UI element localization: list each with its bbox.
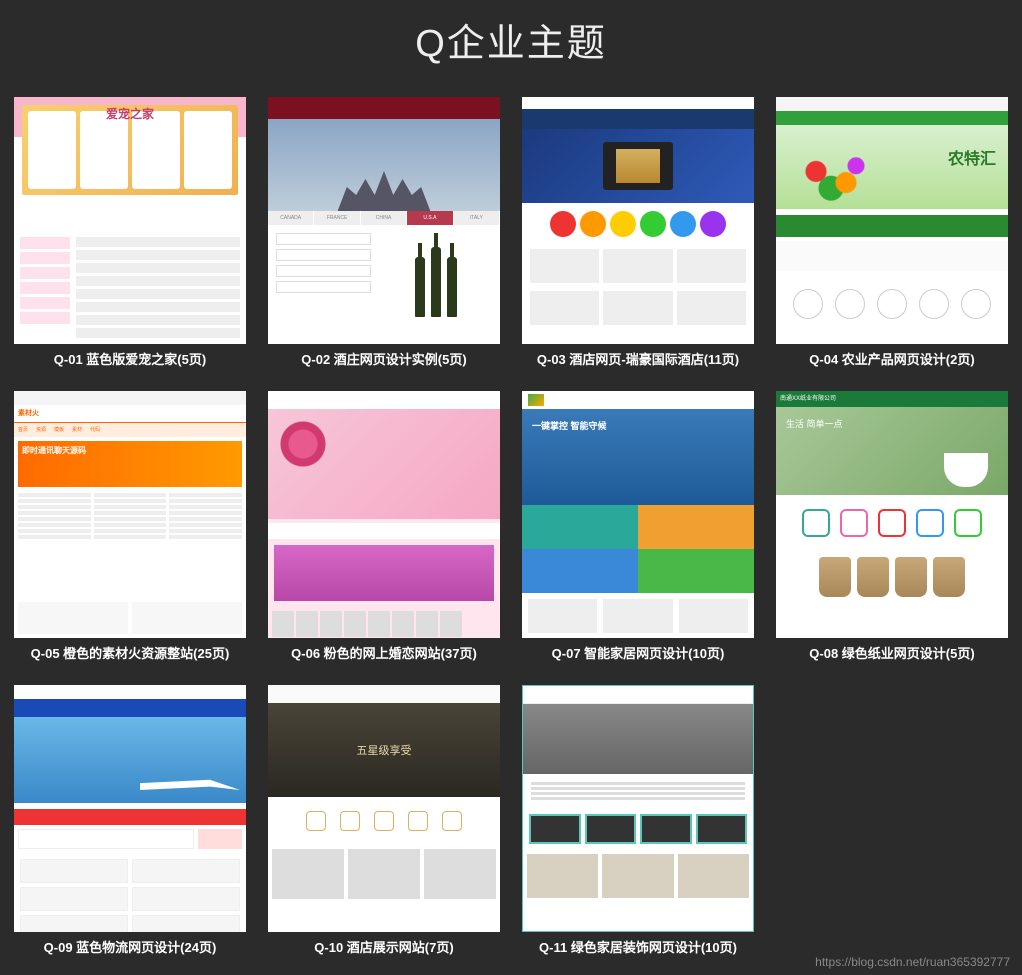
ad-text: 即时通讯聊天源码	[18, 441, 242, 487]
hero-text: 一键掌控 智能守候	[522, 409, 754, 505]
card-caption: Q-11 绿色家居装饰网页设计(10页)	[522, 932, 754, 961]
theme-card-q08[interactable]: 南通XX纸业有限公司 生活 简单一点 Q-08 绿色纸业网页设计(5页)	[776, 391, 1008, 667]
card-caption: Q-05 橙色的素材火资源整站(25页)	[14, 638, 246, 667]
theme-card-q10[interactable]: 五星级享受 Q-10 酒店展示网站(7页)	[268, 685, 500, 961]
card-caption: Q-10 酒店展示网站(7页)	[268, 932, 500, 961]
tab: CHINA	[361, 211, 407, 225]
hero-text: 农特汇	[948, 145, 996, 169]
card-caption: Q-02 酒庄网页设计实例(5页)	[268, 344, 500, 373]
thumbnail: CANADA FRANCE CHINA U.S.A ITALY	[268, 97, 500, 344]
thumbnail	[268, 391, 500, 638]
theme-card-q11[interactable]: Q-11 绿色家居装饰网页设计(10页)	[522, 685, 754, 961]
theme-card-q02[interactable]: CANADA FRANCE CHINA U.S.A ITALY Q-02 酒庄网…	[268, 97, 500, 373]
watermark: https://blog.csdn.net/ruan365392777	[815, 955, 1010, 969]
card-caption: Q-01 蓝色版爱宠之家(5页)	[14, 344, 246, 373]
card-caption: Q-08 绿色纸业网页设计(5页)	[776, 638, 1008, 667]
theme-card-q07[interactable]: 一键掌控 智能守候 Q-07 智能家居网页设计(10页)	[522, 391, 754, 667]
thumb-title: 爱宠之家	[14, 105, 246, 122]
theme-card-q05[interactable]: 素材火 首页资源模板素材代码 即时通讯聊天源码 Q-05 橙色的素材火资源整站(…	[14, 391, 246, 667]
thumbnail: 农特汇	[776, 97, 1008, 344]
card-caption: Q-06 粉色的网上婚恋网站(37页)	[268, 638, 500, 667]
tab: ITALY	[454, 211, 500, 225]
thumbnail: 爱宠之家	[14, 97, 246, 344]
card-caption: Q-03 酒店网页-瑞豪国际酒店(11页)	[522, 344, 754, 373]
card-caption: Q-09 蓝色物流网页设计(24页)	[14, 932, 246, 961]
theme-card-q09[interactable]: Q-09 蓝色物流网页设计(24页)	[14, 685, 246, 961]
card-caption: Q-07 智能家居网页设计(10页)	[522, 638, 754, 667]
thumbnail: 一键掌控 智能守候	[522, 391, 754, 638]
theme-grid: 爱宠之家 Q-01 蓝色版爱宠之家(5页) CANADA FRANCE CHIN…	[0, 97, 1022, 975]
logo-text: 素材火	[18, 408, 39, 418]
thumbnail: 南通XX纸业有限公司 生活 简单一点	[776, 391, 1008, 638]
hero-text: 生活 简单一点	[786, 417, 843, 430]
theme-card-q01[interactable]: 爱宠之家 Q-01 蓝色版爱宠之家(5页)	[14, 97, 246, 373]
tab: FRANCE	[314, 211, 360, 225]
thumbnail	[522, 97, 754, 344]
thumbnail: 素材火 首页资源模板素材代码 即时通讯聊天源码	[14, 391, 246, 638]
thumbnail	[522, 685, 754, 932]
theme-card-q04[interactable]: 农特汇 Q-04 农业产品网页设计(2页)	[776, 97, 1008, 373]
tab: CANADA	[268, 211, 314, 225]
tab-active: U.S.A	[407, 211, 453, 225]
thumbnail: 五星级享受	[268, 685, 500, 932]
hero-text: 五星级享受	[268, 703, 500, 797]
thumbnail	[14, 685, 246, 932]
theme-card-q06[interactable]: Q-06 粉色的网上婚恋网站(37页)	[268, 391, 500, 667]
card-caption: Q-04 农业产品网页设计(2页)	[776, 344, 1008, 373]
theme-card-q03[interactable]: Q-03 酒店网页-瑞豪国际酒店(11页)	[522, 97, 754, 373]
page-title: Q企业主题	[0, 0, 1022, 97]
